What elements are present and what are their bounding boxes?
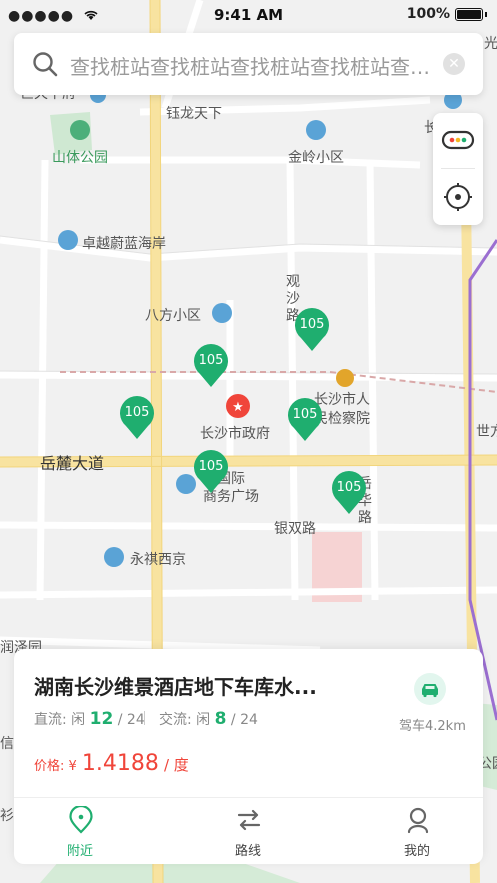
traffic-light-icon	[441, 130, 475, 150]
route-arrows-icon	[237, 809, 261, 831]
station-card[interactable]: 湖南长沙维景酒店地下车库水... 直流: 闲 12 / 24 交流: 闲 8 /…	[14, 649, 483, 864]
divider	[144, 711, 145, 725]
map-label: 长沙市政府	[200, 425, 270, 442]
station-pin[interactable]: 105	[287, 398, 323, 442]
search-bar[interactable]: 查找桩站查找桩站查找桩站查找桩站查找桩站 ✕	[14, 33, 483, 95]
tab-route[interactable]: 路线	[198, 798, 298, 865]
map-label: 钰龙天下	[166, 106, 222, 122]
tab-nearby[interactable]: 附近	[30, 798, 130, 865]
station-pin[interactable]: 105	[331, 471, 367, 515]
map-label: 永祺西京	[130, 552, 186, 568]
battery-indicator: 100%	[407, 6, 487, 22]
battery-icon	[455, 7, 483, 21]
map-label: 光	[484, 36, 497, 52]
map-label-park: 山体公园	[52, 150, 108, 166]
station-pin[interactable]: 105	[119, 396, 155, 440]
tab-mine[interactable]: 我的	[367, 798, 467, 865]
station-pin[interactable]: 105	[193, 450, 229, 494]
locate-button[interactable]	[433, 171, 483, 225]
status-bar: ●●●●● 9:41 AM 100%	[0, 0, 497, 30]
search-icon	[33, 52, 58, 77]
navigate-button[interactable]	[414, 673, 446, 705]
map-label: 卓越蔚蓝海岸	[82, 236, 166, 252]
station-title: 湖南长沙维景酒店地下车库水...	[34, 675, 317, 699]
map-label: 世方	[476, 424, 497, 440]
traffic-layer-button[interactable]	[433, 113, 483, 167]
bottom-tab-bar: 附近 路线 我的	[14, 797, 483, 865]
ac-availability: 交流: 闲 8 / 24	[159, 709, 258, 729]
station-pin[interactable]: 105	[193, 344, 229, 388]
search-input[interactable]: 查找桩站查找桩站查找桩站查找桩站查找桩站	[70, 51, 440, 80]
user-icon	[407, 807, 429, 834]
station-pin[interactable]: 105	[294, 308, 330, 352]
dc-availability: 直流: 闲 12 / 24	[34, 709, 145, 729]
map-label: 信	[0, 736, 14, 752]
map-label: 衫	[0, 808, 14, 824]
map-controls	[433, 113, 483, 225]
price: 价格: ¥ 1.4188 / 度	[34, 751, 189, 776]
clear-icon[interactable]: ✕	[443, 53, 465, 75]
distance-label: 驾车4.2km	[399, 719, 466, 734]
map-label: 金岭小区	[288, 150, 344, 166]
map-label-road: 银双路	[274, 521, 316, 537]
car-icon	[422, 684, 438, 698]
location-pin-icon	[69, 806, 93, 834]
map-label: 八方小区	[145, 308, 201, 324]
crosshair-icon	[444, 183, 472, 211]
svg-text:★: ★	[232, 400, 244, 415]
map-label-road: 岳麓大道	[40, 454, 104, 473]
